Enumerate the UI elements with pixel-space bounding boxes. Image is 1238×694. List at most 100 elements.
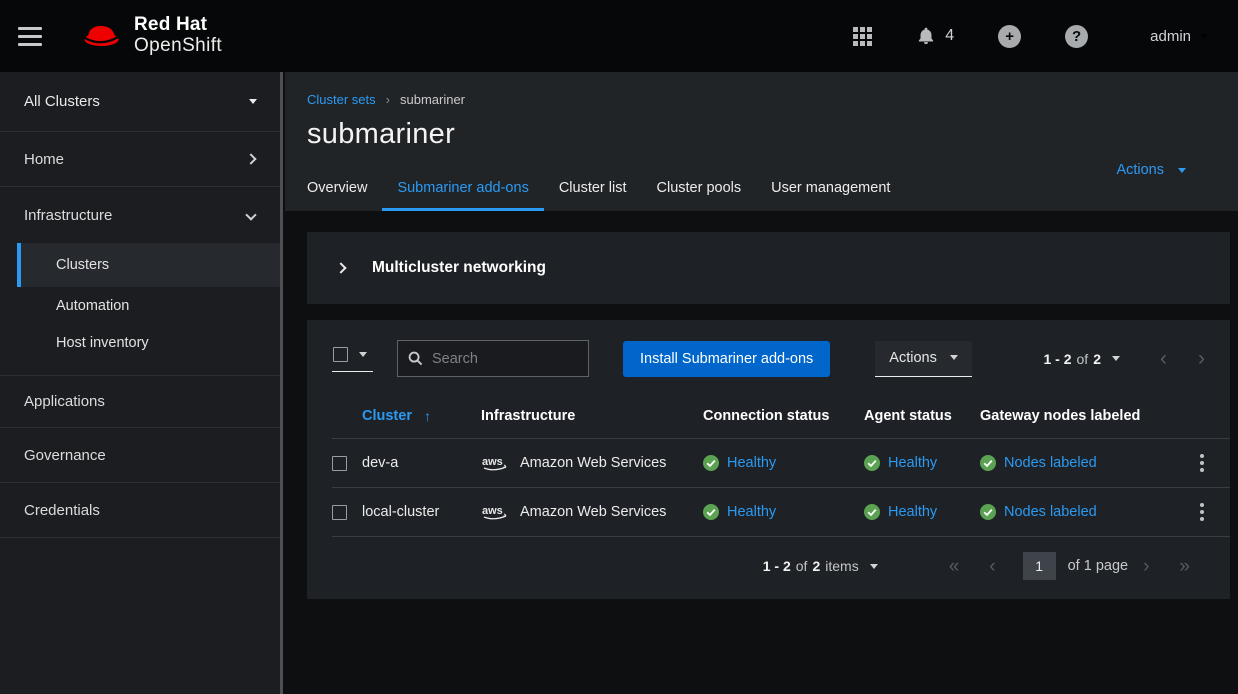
caret-down-icon	[1112, 356, 1120, 361]
pagination-of: of	[1077, 351, 1089, 367]
perspective-switcher[interactable]: All Clusters	[0, 72, 283, 132]
tab-cluster-list[interactable]: Cluster list	[544, 170, 642, 211]
check-circle-icon	[980, 504, 996, 520]
search-box	[397, 340, 589, 377]
toolbar-actions-label: Actions	[889, 350, 937, 366]
pagination-bottom: 1 - 2 of 2 items « ‹ of 1 page › »	[332, 536, 1230, 599]
pagination-prev-button[interactable]: ‹	[1160, 348, 1167, 369]
expand-chevron-right-icon[interactable]	[335, 262, 346, 273]
notifications-button[interactable]: 4	[916, 26, 954, 46]
menu-toggle-icon[interactable]	[18, 27, 42, 46]
caret-down-icon	[1200, 34, 1208, 39]
sidebar-subitem-label: Clusters	[56, 257, 109, 273]
sidebar-group-infrastructure: Infrastructure Clusters Automation Host …	[0, 187, 283, 376]
aws-icon: aws	[481, 454, 510, 472]
tab-overview[interactable]: Overview	[292, 170, 382, 211]
pagination-total: 2	[812, 558, 820, 574]
check-circle-icon	[864, 504, 880, 520]
sidebar-item-applications[interactable]: Applications	[0, 376, 283, 428]
content-area: Multicluster networking Install Submarin…	[285, 211, 1238, 694]
search-icon	[408, 351, 423, 366]
table-row: dev-a aws Amazon Web Services Healthy	[332, 438, 1230, 487]
pagination-range: 1 - 2	[1044, 351, 1072, 367]
connection-status-cell: Healthy	[703, 504, 864, 520]
cluster-name: dev-a	[362, 455, 481, 471]
tab-bar: Overview Submariner add-ons Cluster list…	[292, 170, 905, 211]
caret-down-icon	[1178, 168, 1186, 173]
row-kebab-menu[interactable]	[1196, 450, 1208, 476]
sidebar-item-host-inventory[interactable]: Host inventory	[17, 324, 283, 361]
sidebar: All Clusters Home Infrastructure Cluster…	[0, 72, 283, 694]
tab-user-management[interactable]: User management	[756, 170, 905, 211]
pagination-top-menu[interactable]: 1 - 2 of 2	[1044, 351, 1121, 367]
brand-line2: OpenShift	[134, 36, 222, 57]
pagination-bottom-menu[interactable]: 1 - 2 of 2 items	[763, 558, 878, 574]
bulk-select-dropdown[interactable]	[332, 345, 373, 372]
caret-down-icon	[249, 99, 257, 104]
pagination-items-word: items	[825, 558, 858, 574]
caret-down-icon	[359, 352, 367, 357]
install-submariner-button[interactable]: Install Submariner add-ons	[623, 341, 830, 377]
search-input[interactable]	[432, 351, 619, 367]
agent-status-link[interactable]: Healthy	[888, 455, 937, 471]
gateway-status-link[interactable]: Nodes labeled	[1004, 504, 1097, 520]
sidebar-item-infrastructure[interactable]: Infrastructure	[0, 187, 283, 243]
row-kebab-menu[interactable]	[1196, 499, 1208, 525]
column-header-cluster[interactable]: Cluster ↑	[362, 408, 481, 424]
pagination-nav: « ‹ of 1 page › »	[934, 552, 1205, 580]
check-circle-icon	[864, 455, 880, 471]
help-button[interactable]: ?	[1065, 25, 1088, 48]
pagination-first-button[interactable]: «	[949, 557, 960, 576]
app-launcher-icon[interactable]	[853, 27, 872, 46]
brand-logo[interactable]: Red Hat OpenShift	[80, 15, 222, 57]
bulk-select-checkbox[interactable]	[333, 347, 348, 362]
check-circle-icon	[703, 455, 719, 471]
page-header: Cluster sets › submariner submariner Act…	[285, 72, 1238, 211]
table-header-row: Cluster ↑ Infrastructure Connection stat…	[332, 393, 1230, 438]
sidebar-item-credentials[interactable]: Credentials	[0, 483, 283, 538]
column-header-infrastructure: Infrastructure	[481, 408, 703, 424]
aws-icon: aws	[481, 503, 510, 521]
breadcrumb-link-cluster-sets[interactable]: Cluster sets	[307, 92, 376, 107]
create-button[interactable]: +	[998, 25, 1021, 48]
pagination-last-button[interactable]: »	[1179, 557, 1190, 576]
caret-down-icon	[870, 564, 878, 569]
pagination-next-button[interactable]: ›	[1143, 557, 1149, 576]
column-header-gateway-nodes: Gateway nodes labeled	[980, 408, 1174, 424]
page-actions-label: Actions	[1116, 162, 1164, 178]
notification-count: 4	[945, 27, 954, 45]
sidebar-subitem-label: Host inventory	[56, 335, 149, 351]
plus-icon: +	[1005, 28, 1014, 45]
gateway-status-cell: Nodes labeled	[980, 455, 1174, 471]
column-header-agent-status: Agent status	[864, 408, 980, 424]
gateway-status-link[interactable]: Nodes labeled	[1004, 455, 1097, 471]
tab-cluster-pools[interactable]: Cluster pools	[642, 170, 757, 211]
breadcrumb-current: submariner	[400, 92, 465, 107]
pagination-range: 1 - 2	[763, 558, 791, 574]
pagination-prev-button[interactable]: ‹	[989, 557, 995, 576]
pagination-total: 2	[1093, 351, 1101, 367]
sidebar-item-label: Home	[24, 151, 64, 168]
agent-status-link[interactable]: Healthy	[888, 504, 937, 520]
infrastructure-label: Amazon Web Services	[520, 504, 666, 520]
pagination-next-button[interactable]: ›	[1198, 348, 1205, 369]
page-number-input[interactable]	[1023, 552, 1056, 580]
connection-status-link[interactable]: Healthy	[727, 455, 776, 471]
toolbar-actions-dropdown[interactable]: Actions	[875, 341, 972, 377]
connection-status-link[interactable]: Healthy	[727, 504, 776, 520]
row-checkbox[interactable]	[332, 456, 347, 471]
row-checkbox[interactable]	[332, 505, 347, 520]
sidebar-subitem-label: Automation	[56, 298, 129, 314]
page-actions-dropdown[interactable]: Actions	[1116, 162, 1186, 178]
of-pages-label: of 1 page	[1068, 558, 1128, 574]
sidebar-item-home[interactable]: Home	[0, 132, 283, 187]
sidebar-item-label: Credentials	[24, 502, 100, 519]
sidebar-scrollbar[interactable]	[280, 72, 283, 694]
tab-submariner-add-ons[interactable]: Submariner add-ons	[382, 170, 543, 211]
sidebar-item-automation[interactable]: Automation	[17, 287, 283, 324]
bell-icon	[916, 26, 936, 46]
sidebar-item-clusters[interactable]: Clusters	[17, 243, 283, 287]
networking-card-title: Multicluster networking	[372, 259, 546, 277]
sidebar-item-governance[interactable]: Governance	[0, 428, 283, 483]
user-menu[interactable]: admin	[1150, 28, 1208, 45]
